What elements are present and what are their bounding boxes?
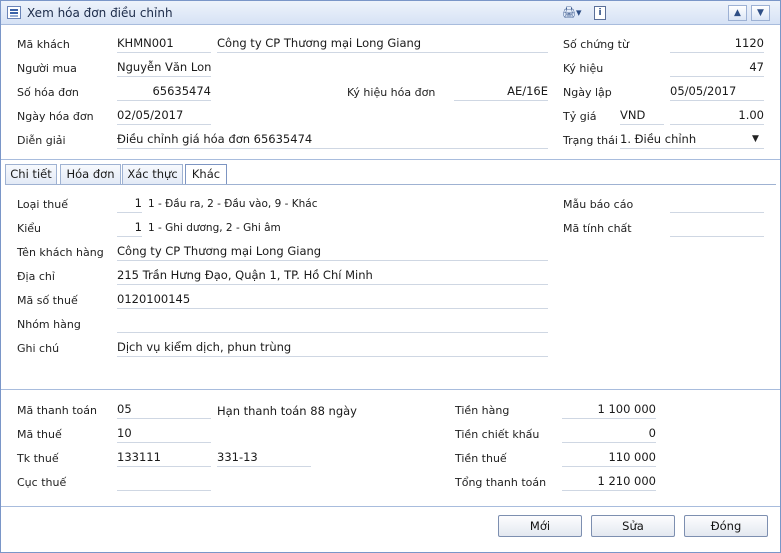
- ma-tt-field[interactable]: 05: [117, 402, 211, 419]
- kieu-label: Kiểu: [17, 222, 42, 235]
- down-arrow-icon[interactable]: ▼: [751, 5, 770, 21]
- mau-bao-cao-label: Mẫu báo cáo: [563, 198, 634, 211]
- ma-thue-label: Mã thuế: [17, 428, 62, 441]
- loai-thue-hint: 1 - Đầu ra, 2 - Đầu vào, 9 - Khác: [148, 198, 318, 210]
- mst-field[interactable]: 0120100145: [117, 292, 548, 309]
- tab-chi-tiet[interactable]: Chi tiết: [5, 164, 57, 184]
- ma-thue-field[interactable]: 10: [117, 426, 211, 443]
- tien-thue-field[interactable]: 110 000: [562, 450, 656, 467]
- tien-ck-field[interactable]: 0: [562, 426, 656, 443]
- tien-thue-label: Tiền thuế: [455, 452, 507, 465]
- cuc-thue-label: Cục thuế: [17, 476, 67, 489]
- kieu-hint: 1 - Ghi dương, 2 - Ghi âm: [148, 222, 281, 234]
- so-hoa-don-label: Số hóa đơn: [17, 86, 79, 99]
- ngay-lap-field[interactable]: 05/05/2017: [670, 84, 764, 101]
- up-arrow-icon[interactable]: ▲: [728, 5, 747, 21]
- ty-gia-field[interactable]: 1.00: [670, 108, 764, 125]
- edit-button[interactable]: Sửa: [591, 515, 675, 537]
- ky-hieu-field[interactable]: 47: [670, 60, 764, 77]
- tien-ck-label: Tiền chiết khấu: [455, 428, 540, 441]
- ky-hieu-hd-field[interactable]: AE/16E: [454, 84, 548, 101]
- loai-thue-label: Loại thuế: [17, 198, 68, 211]
- so-chung-tu-label: Số chứng từ: [563, 38, 629, 51]
- trang-thai-label: Trạng thái: [563, 134, 618, 147]
- nguoi-mua-field[interactable]: Nguyễn Văn Lon: [117, 60, 211, 77]
- ngay-hoa-don-field[interactable]: 02/05/2017: [117, 108, 211, 125]
- tong-tt-label: Tổng thanh toán: [455, 476, 547, 489]
- cuc-thue-field[interactable]: [117, 474, 211, 491]
- ma-tinh-chat-field[interactable]: [670, 220, 764, 237]
- ghi-chu-field[interactable]: Dịch vụ kiểm dịch, phun trùng: [117, 340, 548, 357]
- ma-tt-label: Mã thanh toán: [17, 404, 97, 417]
- nhom-hang-field[interactable]: [117, 316, 548, 333]
- ky-hieu-hd-label: Ký hiệu hóa đơn: [347, 86, 436, 99]
- header-divider: [1, 159, 780, 160]
- nguoi-mua-label: Người mua: [17, 62, 77, 75]
- tien-hang-field[interactable]: 1 100 000: [562, 402, 656, 419]
- ky-hieu-label: Ký hiệu: [563, 62, 604, 75]
- title-bar: Xem hóa đơn điều chỉnh 🖨▾ i ▲ ▼: [1, 1, 780, 25]
- printer-icon[interactable]: 🖨▾: [562, 6, 584, 20]
- so-hoa-don-field[interactable]: 65635474: [117, 84, 211, 101]
- kieu-field[interactable]: 1: [117, 220, 142, 237]
- new-button[interactable]: Mới: [498, 515, 582, 537]
- close-button[interactable]: Đóng: [684, 515, 768, 537]
- window-icon: [7, 6, 21, 19]
- info-icon[interactable]: i: [594, 6, 606, 20]
- ghi-chu-label: Ghi chú: [17, 342, 60, 355]
- ngay-lap-label: Ngày lập: [563, 86, 612, 99]
- footer-divider: [1, 389, 780, 390]
- so-chung-tu-field[interactable]: 1120: [670, 36, 764, 53]
- ma-khach-label: Mã khách: [17, 38, 70, 51]
- window-title: Xem hóa đơn điều chỉnh: [27, 6, 173, 20]
- mst-label: Mã số thuế: [17, 294, 78, 307]
- dia-chi-field[interactable]: 215 Trần Hưng Đạo, Quận 1, TP. Hồ Chí Mi…: [117, 268, 548, 285]
- dia-chi-label: Địa chỉ: [17, 270, 55, 283]
- tk-thue2-field[interactable]: 331-13: [217, 450, 311, 467]
- chevron-down-icon[interactable]: ▼: [752, 134, 759, 144]
- ten-kh-label: Tên khách hàng: [17, 246, 104, 259]
- mau-bao-cao-field[interactable]: [670, 196, 764, 213]
- tong-tt-field[interactable]: 1 210 000: [562, 474, 656, 491]
- ngay-hoa-don-label: Ngày hóa đơn: [17, 110, 94, 123]
- tk-thue-label: Tk thuế: [17, 452, 59, 465]
- buttons-divider: [1, 506, 780, 507]
- ma-khach-field[interactable]: KHMN001: [117, 36, 211, 53]
- tab-xac-thuc[interactable]: Xác thực: [122, 164, 183, 184]
- nhom-hang-label: Nhóm hàng: [17, 318, 81, 331]
- tien-hang-label: Tiền hàng: [455, 404, 510, 417]
- dien-giai-label: Diễn giải: [17, 134, 66, 147]
- loai-thue-field[interactable]: 1: [117, 196, 142, 213]
- ty-gia-label: Tỷ giá: [563, 110, 597, 123]
- han-tt-text: Hạn thanh toán 88 ngày: [217, 404, 357, 418]
- tab-khac[interactable]: Khác: [185, 164, 227, 185]
- ma-tinh-chat-label: Mã tính chất: [563, 222, 632, 235]
- ten-kh-field[interactable]: Công ty CP Thương mại Long Giang: [117, 244, 548, 261]
- tab-hoa-don[interactable]: Hóa đơn: [60, 164, 121, 184]
- tab-panel-khac: [5, 184, 776, 389]
- ten-khach-field[interactable]: Công ty CP Thương mại Long Giang: [217, 36, 548, 53]
- dien-giai-field[interactable]: Điều chỉnh giá hóa đơn 65635474: [117, 132, 548, 149]
- tk-thue-field[interactable]: 133111: [117, 450, 211, 467]
- tien-te-field[interactable]: VND: [620, 108, 664, 125]
- invoice-window: Xem hóa đơn điều chỉnh 🖨▾ i ▲ ▼ Mã khách…: [0, 0, 781, 553]
- trang-thai-select[interactable]: 1. Điều chỉnh: [620, 132, 764, 149]
